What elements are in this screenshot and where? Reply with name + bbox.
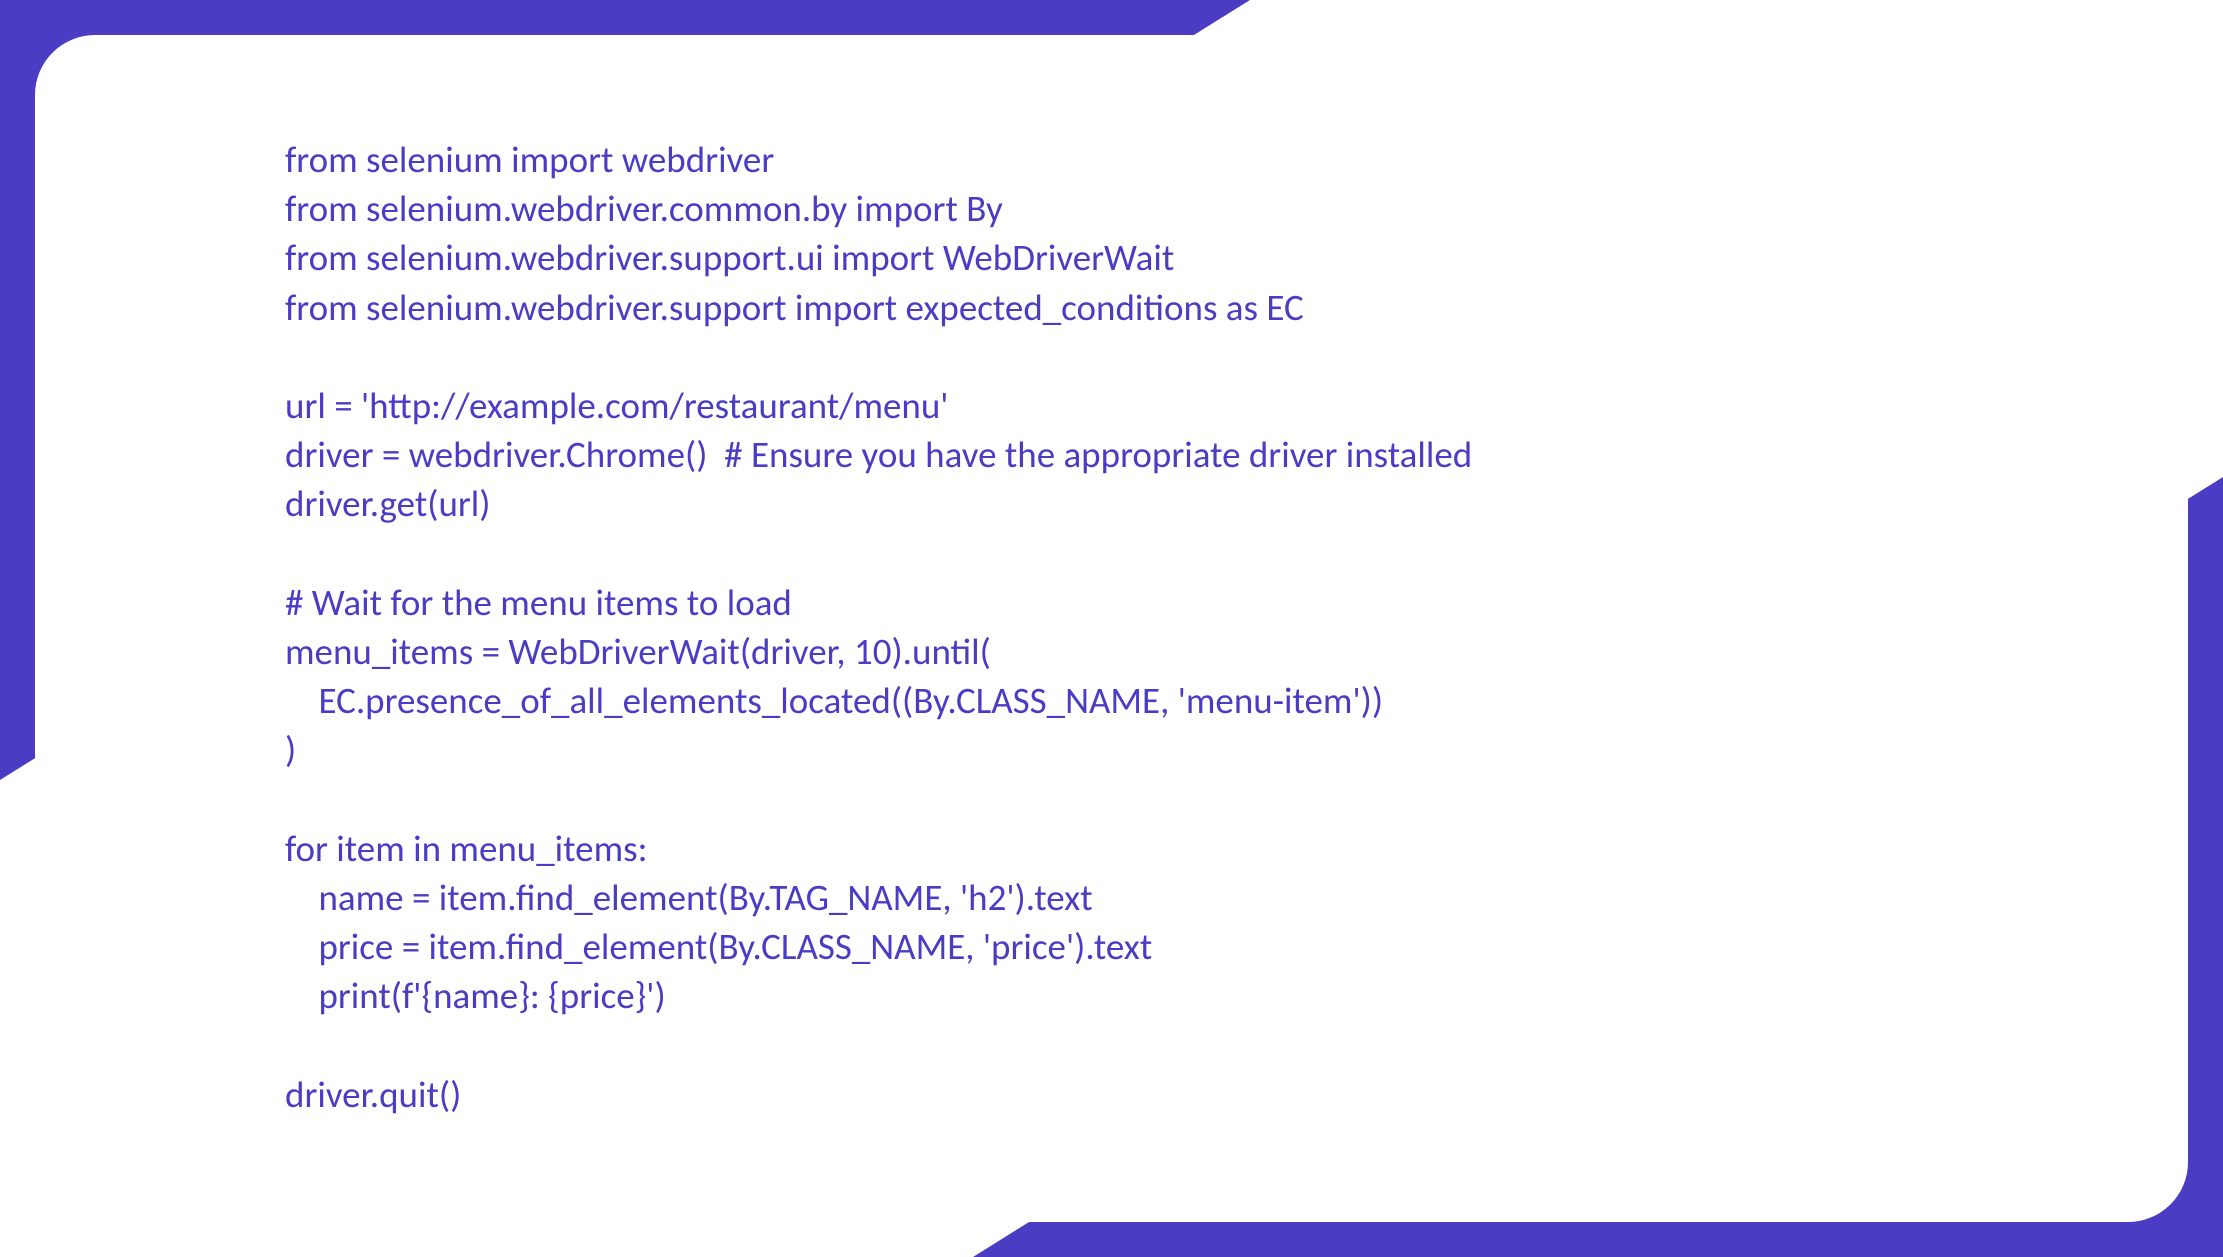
code-line: from selenium.webdriver.support.ui impor… [285, 235, 1174, 280]
code-line: print(f'{name}: {price}') [285, 973, 666, 1018]
code-line: menu_items = WebDriverWait(driver, 10).u… [285, 629, 991, 674]
code-line: for item in menu_items: [285, 826, 648, 871]
code-line: ) [285, 727, 296, 772]
code-line: driver.quit() [285, 1072, 461, 1117]
code-line: from selenium.webdriver.common.by import… [285, 186, 1003, 231]
code-line: # Wait for the menu items to load [285, 580, 792, 625]
code-line: from selenium import webdriver [285, 137, 774, 182]
code-line: url = 'http://example.com/restaurant/men… [285, 383, 948, 428]
code-line: name = item.find_element(By.TAG_NAME, 'h… [285, 875, 1093, 920]
code-line: from selenium.webdriver.support import e… [285, 285, 1304, 330]
code-line: driver = webdriver.Chrome() # Ensure you… [285, 432, 1472, 477]
code-line: price = item.find_element(By.CLASS_NAME,… [285, 924, 1152, 969]
code-block: from selenium import webdriver from sele… [285, 135, 1938, 1119]
code-line: driver.get(url) [285, 481, 491, 526]
code-line: EC.presence_of_all_elements_located((By.… [285, 678, 1383, 723]
code-card: from selenium import webdriver from sele… [35, 35, 2188, 1222]
